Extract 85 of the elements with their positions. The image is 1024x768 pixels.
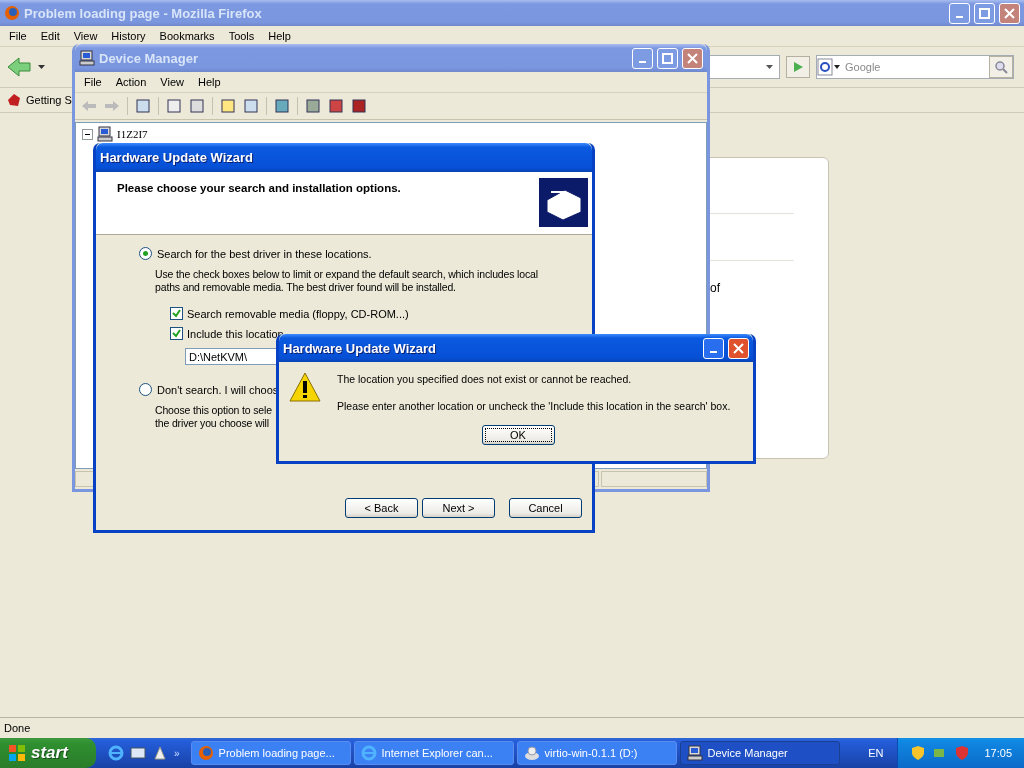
path-field[interactable]: D:\NetKVM\ [185, 348, 277, 365]
menu-item[interactable]: View [66, 30, 105, 42]
menu-item[interactable]: Help [190, 76, 228, 88]
bookmark-link[interactable]: Getting S [26, 94, 72, 106]
go-button[interactable] [786, 56, 810, 78]
menu-item[interactable]: View [153, 76, 191, 88]
clock: 17:05 [984, 747, 1012, 759]
radio-button[interactable] [139, 383, 152, 396]
maximize-icon [662, 52, 673, 64]
shield-icon[interactable] [954, 745, 971, 761]
close-button[interactable] [728, 337, 749, 359]
caret-icon[interactable] [38, 65, 45, 69]
checkbox-label: Search removable media (floppy, CD-ROM...) [187, 307, 409, 320]
window-title: Hardware Update Wizard [100, 150, 255, 165]
minimize-button[interactable] [632, 47, 653, 69]
menu-item[interactable]: File [2, 30, 34, 42]
menu-item[interactable]: File [77, 76, 109, 88]
maximize-button[interactable] [974, 2, 995, 24]
desktop-icon[interactable] [130, 745, 146, 761]
caret-icon[interactable] [766, 65, 773, 69]
globe-icon [197, 745, 214, 761]
start-button[interactable]: start [0, 738, 96, 768]
back-arrow-icon[interactable] [81, 100, 97, 112]
maximize-icon [979, 7, 990, 19]
minimize-icon [956, 16, 963, 18]
computer-icon [79, 50, 95, 66]
computer-icon [686, 745, 703, 761]
close-icon [733, 342, 744, 354]
window-title: Hardware Update Wizard [283, 340, 438, 356]
menu-item[interactable]: Edit [33, 30, 67, 42]
checkbox[interactable] [170, 327, 183, 340]
wizard-button[interactable]: Cancel [509, 498, 582, 518]
minimize-button[interactable] [703, 337, 724, 359]
option-description: Use the check boxes below to limit or expand the default search, which includes local paths and removable media. The best driver found will be installed. [155, 268, 538, 294]
close-icon [1004, 7, 1015, 19]
bookmark-icon[interactable] [6, 92, 22, 108]
shield-icon[interactable] [910, 745, 927, 761]
menu-item[interactable]: Tools [221, 30, 262, 42]
menu-item[interactable]: Help [261, 30, 298, 42]
search-button[interactable] [989, 56, 1013, 78]
e-icon[interactable] [108, 745, 124, 761]
menu-item[interactable]: History [104, 30, 153, 42]
wizard-button[interactable]: Next > [422, 498, 495, 518]
globe-icon [4, 5, 20, 21]
forward-arrow-icon[interactable] [104, 100, 120, 112]
page-text: of [710, 281, 720, 295]
taskbar-button[interactable]: Device Manager [679, 741, 840, 765]
address-field[interactable] [708, 55, 780, 79]
close-button[interactable] [682, 47, 703, 69]
tree-item[interactable]: I1Z2I7 [117, 128, 148, 140]
minimize-button[interactable] [949, 2, 970, 24]
wizard-heading: Please choose your search and installation options. [117, 182, 401, 194]
play-icon [792, 61, 804, 73]
option-description: Choose this option to sele the driver you choose will [155, 404, 272, 430]
option-label: Search for the best driver in these locations. [157, 247, 372, 260]
taskbar-button[interactable]: virtio-win-0.1.1 (D:) [516, 741, 677, 765]
minimize-icon [639, 61, 646, 63]
search-icon [994, 60, 1008, 74]
taskbar-button[interactable]: Internet Explorer can... [353, 741, 514, 765]
e-icon [360, 745, 377, 761]
back-arrow-icon[interactable] [6, 56, 32, 78]
computer-icon [97, 126, 113, 142]
warning-icon [289, 372, 321, 402]
menu-item[interactable]: Action [108, 76, 154, 88]
menu-item[interactable]: Bookmarks [152, 30, 222, 42]
maximize-button[interactable] [657, 47, 678, 69]
more-button[interactable]: » [174, 747, 180, 759]
checkbox[interactable] [170, 307, 183, 320]
hardware-icon [539, 178, 588, 227]
flag-icon [8, 744, 26, 762]
search-bar[interactable]: Google [816, 55, 1014, 79]
alert-message: Please enter another location or uncheck the 'Include this location in the search' box. [337, 400, 731, 413]
minimize-icon [710, 351, 717, 353]
radio-button[interactable] [139, 247, 152, 260]
window-title: Problem loading page - Mozilla Firefox [24, 5, 263, 21]
language-indicator[interactable]: EN [854, 747, 898, 759]
ok-button[interactable]: OK [481, 425, 555, 445]
collapse-icon[interactable] [82, 128, 93, 140]
window-title: Device Manager [99, 50, 199, 66]
alert-message: The location you specified does not exist or cannot be reached. [337, 373, 632, 386]
close-button[interactable] [999, 2, 1020, 24]
close-icon [687, 52, 698, 64]
disc-icon [523, 745, 540, 761]
wizard-button[interactable]: < Back [345, 498, 418, 518]
taskbar-button[interactable]: Problem loading page... [190, 741, 351, 765]
